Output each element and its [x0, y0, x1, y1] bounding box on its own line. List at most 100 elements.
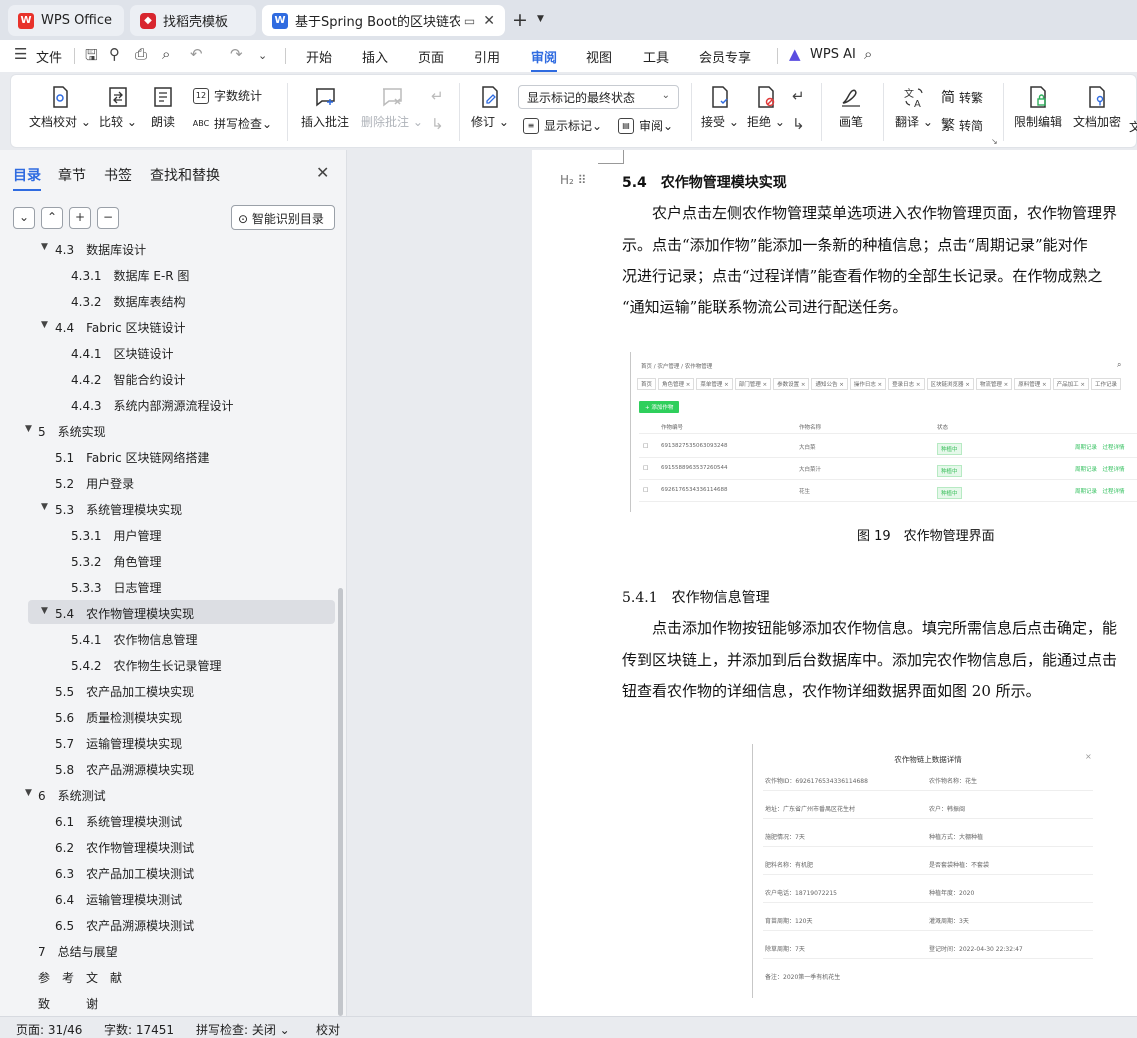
accept-button[interactable]: 接受 ⌄ [701, 85, 739, 130]
toc-item[interactable]: ▼ 5.3 系统管理模块实现 [0, 496, 335, 520]
toc-item[interactable]: 5.6 质量检测模块实现 [0, 704, 335, 728]
restrict-edit-button[interactable]: 限制编辑 [1014, 85, 1062, 130]
heading-drag-handle-icon[interactable]: H₂ ⠿ [560, 173, 586, 187]
remove-heading-button[interactable]: − [97, 207, 119, 229]
expand-triangle-icon[interactable]: ▼ [41, 502, 48, 512]
tab-toc[interactable]: 目录 [13, 165, 41, 191]
print-preview-icon[interactable]: ⌕ [162, 45, 170, 63]
wps-ai-button[interactable]: WPS AI [810, 47, 856, 62]
tab-find-replace[interactable]: 查找和替换 [150, 165, 220, 185]
new-tab-plus-icon[interactable]: + [512, 9, 528, 31]
save-icon[interactable]: 🖫 [85, 45, 98, 70]
toc-item[interactable]: 4.3.1 数据库 E-R 图 [0, 262, 335, 286]
smart-toc-button[interactable]: ⊙ 智能识别目录 [231, 205, 335, 230]
toc-item[interactable]: 5.1 Fabric 区块链网络搭建 [0, 444, 335, 468]
toc-item[interactable]: ▼ 6 系统测试 [0, 782, 335, 806]
expand-corner-icon[interactable]: ↘ [991, 137, 998, 146]
reject-button[interactable]: 拒绝 ⌄ [747, 85, 785, 130]
toc-item[interactable]: 5.7 运输管理模块实现 [0, 730, 335, 754]
toc-item[interactable]: 5.8 农产品溯源模块实现 [0, 756, 335, 780]
doc-proof-button[interactable]: 文档校对 ⌄ [29, 85, 91, 130]
crop-detail-screenshot[interactable]: 农作物链上数据详情 × 农作物ID：6926176534336114688 农作物… [752, 744, 1137, 998]
doc-encrypt-button[interactable]: 文档加密 [1073, 85, 1121, 130]
next-comment-icon[interactable]: ↳ [431, 115, 444, 133]
toc-item[interactable]: 5.2 用户登录 [0, 470, 335, 494]
search-icon[interactable]: ⌕ [864, 45, 872, 63]
page-indicator[interactable]: 页面: 31/46 [16, 1021, 82, 1038]
toc-item[interactable]: ▼ 5 系统实现 [0, 418, 335, 442]
tab-wps-office[interactable]: W WPS Office [8, 5, 124, 36]
toc-item[interactable]: 5.3.3 日志管理 [0, 574, 335, 598]
spell-check-button[interactable]: ABC 拼写检查 ⌄ [193, 115, 272, 132]
toc-item[interactable]: 6.5 农产品溯源模块测试 [0, 912, 335, 936]
menu-file[interactable]: 文件 [36, 47, 62, 66]
toc-scrollbar[interactable] [338, 588, 343, 1016]
toc-item[interactable]: 5.3.2 角色管理 [0, 548, 335, 572]
toc-item[interactable]: 致 谢 [0, 990, 335, 1014]
expand-triangle-icon[interactable]: ▼ [25, 788, 32, 798]
link-icon[interactable]: ⚲ [109, 45, 120, 63]
word-count-button[interactable]: 12 字数统计 [193, 87, 262, 104]
more-button-cut[interactable]: 文 [1129, 118, 1137, 135]
next-change-icon[interactable]: ↳ [792, 115, 805, 133]
close-icon[interactable]: ✕ [483, 13, 495, 29]
toc-item[interactable]: 4.4.1 区块链设计 [0, 340, 335, 364]
toc-item[interactable]: 5.4.1 农作物信息管理 [0, 626, 335, 650]
expand-triangle-icon[interactable]: ▼ [41, 606, 48, 616]
proof-indicator[interactable]: 校对 [316, 1021, 340, 1038]
menu-item[interactable]: 开始 [306, 47, 332, 66]
menu-item[interactable]: 工具 [643, 47, 669, 66]
delete-comment-button[interactable]: 删除批注 ⌄ [361, 85, 423, 130]
chevron-down-icon[interactable]: ▼ [537, 14, 544, 24]
toc-item[interactable]: 4.4.3 系统内部溯源流程设计 [0, 392, 335, 416]
chevron-down-icon[interactable]: ⌄ [258, 49, 267, 62]
compare-button[interactable]: 比较 ⌄ [99, 85, 137, 130]
menu-item[interactable]: 插入 [362, 47, 388, 66]
menu-item[interactable]: 视图 [586, 47, 612, 66]
menu-item[interactable]: 会员专享 [699, 47, 751, 66]
review-pane-button[interactable]: ▤ 审阅 ⌄ [618, 117, 673, 134]
to-traditional-button[interactable]: 简 转繁 [941, 87, 983, 107]
print-icon[interactable]: ⎙ [135, 45, 147, 63]
word-count-indicator[interactable]: 字数: 17451 [104, 1021, 174, 1038]
toc-item[interactable]: 6.3 农产品加工模块测试 [0, 860, 335, 884]
expand-triangle-icon[interactable]: ▼ [41, 320, 48, 330]
toc-item[interactable]: 参 考 文 献 [0, 964, 335, 988]
toc-item[interactable]: 6.2 农作物管理模块测试 [0, 834, 335, 858]
toc-item[interactable]: 4.3.2 数据库表结构 [0, 288, 335, 312]
tab-template[interactable]: ◆ 找稻壳模板 [130, 5, 256, 36]
tab-document[interactable]: W 基于Spring Boot的区块链农产 ▭ ✕ [262, 5, 505, 36]
spell-check-indicator[interactable]: 拼写检查: 关闭 ⌄ [196, 1021, 290, 1038]
tab-chapter[interactable]: 章节 [58, 165, 86, 185]
revise-button[interactable]: 修订 ⌄ [471, 85, 509, 130]
expand-triangle-icon[interactable]: ▼ [41, 242, 48, 252]
translate-button[interactable]: 文A 翻译 ⌄ [895, 85, 933, 130]
show-markup-button[interactable]: ≡ 显示标记 ⌄ [523, 117, 602, 134]
toc-item[interactable]: ▼ 5.4 农作物管理模块实现 [28, 600, 335, 624]
expand-triangle-icon[interactable]: ▼ [25, 424, 32, 434]
menu-item-active[interactable]: 审阅 [531, 47, 558, 72]
toc-item[interactable]: 5.4.2 农作物生长记录管理 [0, 652, 335, 676]
add-heading-button[interactable]: + [69, 207, 91, 229]
expand-up-button[interactable]: ⌃ [41, 207, 63, 229]
toc-item[interactable]: 7 总结与展望 [0, 938, 335, 962]
prev-change-icon[interactable]: ↵ [792, 87, 805, 105]
toc-item[interactable]: 6.1 系统管理模块测试 [0, 808, 335, 832]
redo-icon[interactable]: ↷ [230, 45, 243, 63]
hamburger-icon[interactable]: ☰ [14, 45, 27, 63]
display-mode-select[interactable]: 显示标记的最终状态 ⌄ [518, 85, 679, 109]
collapse-all-button[interactable]: ⌄ [13, 207, 35, 229]
close-icon[interactable]: ✕ [316, 163, 329, 182]
prev-comment-icon[interactable]: ↵ [431, 87, 444, 105]
toc-item[interactable]: 5.5 农产品加工模块实现 [0, 678, 335, 702]
toc-item[interactable]: 4.4.2 智能合约设计 [0, 366, 335, 390]
toc-item[interactable]: ▼ 4.4 Fabric 区块链设计 [0, 314, 335, 338]
undo-icon[interactable]: ↶ [190, 45, 203, 63]
crop-management-screenshot[interactable]: 首页 / 农户管理 / 农作物管理 ⌕ 首页 角色管理 × 菜单管理 × 部门管理 ×… [630, 352, 1137, 512]
to-simplified-button[interactable]: 繁 转简 [941, 115, 983, 135]
pen-button[interactable]: 画笔 [839, 85, 863, 130]
toc-item[interactable]: ▼ 4.3 数据库设计 [0, 242, 335, 260]
menu-item[interactable]: 页面 [418, 47, 444, 66]
read-aloud-button[interactable]: 朗读 [151, 85, 175, 130]
monitor-icon[interactable]: ▭ [464, 14, 475, 28]
